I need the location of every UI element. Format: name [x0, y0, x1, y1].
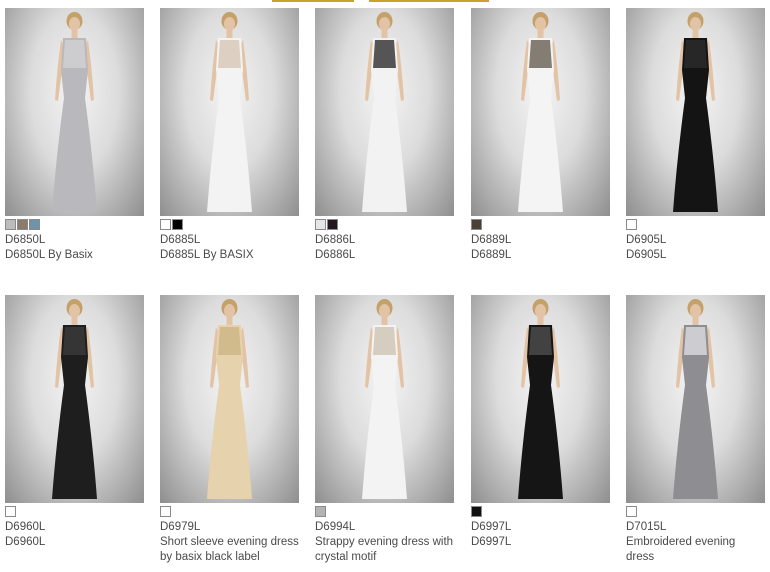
top-accent-bar-right	[369, 0, 489, 2]
product-card[interactable]: D6960L D6960L	[5, 295, 145, 550]
dress-model-figure	[673, 299, 718, 499]
dress-model-figure	[673, 12, 718, 212]
dress-model-figure	[518, 299, 563, 499]
color-swatch[interactable]	[5, 219, 16, 230]
product-name[interactable]: D6997L	[471, 535, 611, 550]
color-swatch[interactable]	[160, 219, 171, 230]
product-code[interactable]: D6889L	[471, 233, 611, 248]
product-card[interactable]: D6886L D6886L	[315, 8, 455, 263]
product-photo[interactable]	[471, 295, 610, 503]
product-name[interactable]: D6885L By BASIX	[160, 248, 300, 263]
product-name[interactable]: D6905L	[626, 248, 766, 263]
dress-model-figure	[52, 299, 97, 499]
product-name[interactable]: D6960L	[5, 535, 145, 550]
color-swatch[interactable]	[626, 219, 637, 230]
product-card[interactable]: D6885L D6885L By BASIX	[160, 8, 300, 263]
product-code[interactable]: D6905L	[626, 233, 766, 248]
product-photo[interactable]	[315, 8, 454, 216]
color-swatch[interactable]	[315, 506, 326, 517]
product-photo[interactable]	[160, 295, 299, 503]
color-swatches	[626, 219, 766, 230]
color-swatches	[5, 219, 145, 230]
dress-model-figure	[362, 12, 407, 212]
top-accent-bar-left	[272, 0, 354, 2]
product-photo[interactable]	[315, 295, 454, 503]
product-card[interactable]: D7015L Embroidered evening dress	[626, 295, 766, 565]
product-photo[interactable]	[160, 8, 299, 216]
color-swatch[interactable]	[315, 219, 326, 230]
product-name[interactable]: Short sleeve evening dress by basix blac…	[160, 535, 300, 565]
product-code[interactable]: D6979L	[160, 520, 300, 535]
product-name[interactable]: D6886L	[315, 248, 455, 263]
product-photo[interactable]	[5, 295, 144, 503]
product-code[interactable]: D6885L	[160, 233, 300, 248]
product-name[interactable]: Strappy evening dress with crystal motif	[315, 535, 455, 565]
color-swatch[interactable]	[471, 506, 482, 517]
product-code[interactable]: D6960L	[5, 520, 145, 535]
product-photo[interactable]	[471, 8, 610, 216]
color-swatch[interactable]	[327, 219, 338, 230]
color-swatch[interactable]	[17, 219, 28, 230]
color-swatches	[315, 219, 455, 230]
color-swatches	[626, 506, 766, 517]
product-photo[interactable]	[626, 8, 765, 216]
color-swatches	[5, 506, 145, 517]
color-swatches	[471, 219, 611, 230]
color-swatches	[160, 219, 300, 230]
color-swatch[interactable]	[5, 506, 16, 517]
product-photo[interactable]	[626, 295, 765, 503]
color-swatch[interactable]	[471, 219, 482, 230]
product-card[interactable]: D6889L D6889L	[471, 8, 611, 263]
dress-model-figure	[362, 299, 407, 499]
product-name[interactable]: Embroidered evening dress	[626, 535, 766, 565]
product-card[interactable]: D6979L Short sleeve evening dress by bas…	[160, 295, 300, 565]
product-card[interactable]: D6994L Strappy evening dress with crysta…	[315, 295, 455, 565]
dress-model-figure	[207, 12, 252, 212]
color-swatch[interactable]	[29, 219, 40, 230]
product-code[interactable]: D6997L	[471, 520, 611, 535]
product-card[interactable]: D6997L D6997L	[471, 295, 611, 550]
product-name[interactable]: D6850L By Basix	[5, 248, 145, 263]
product-card[interactable]: D6905L D6905L	[626, 8, 766, 263]
color-swatches	[471, 506, 611, 517]
color-swatches	[315, 506, 455, 517]
dress-model-figure	[52, 12, 97, 212]
color-swatches	[160, 506, 300, 517]
product-name[interactable]: D6889L	[471, 248, 611, 263]
product-code[interactable]: D6994L	[315, 520, 455, 535]
dress-model-figure	[207, 299, 252, 499]
product-code[interactable]: D7015L	[626, 520, 766, 535]
product-photo[interactable]	[5, 8, 144, 216]
color-swatch[interactable]	[160, 506, 171, 517]
color-swatch[interactable]	[172, 219, 183, 230]
color-swatch[interactable]	[626, 506, 637, 517]
product-card[interactable]: D6850L D6850L By Basix	[5, 8, 145, 263]
product-code[interactable]: D6886L	[315, 233, 455, 248]
dress-model-figure	[518, 12, 563, 212]
product-code[interactable]: D6850L	[5, 233, 145, 248]
